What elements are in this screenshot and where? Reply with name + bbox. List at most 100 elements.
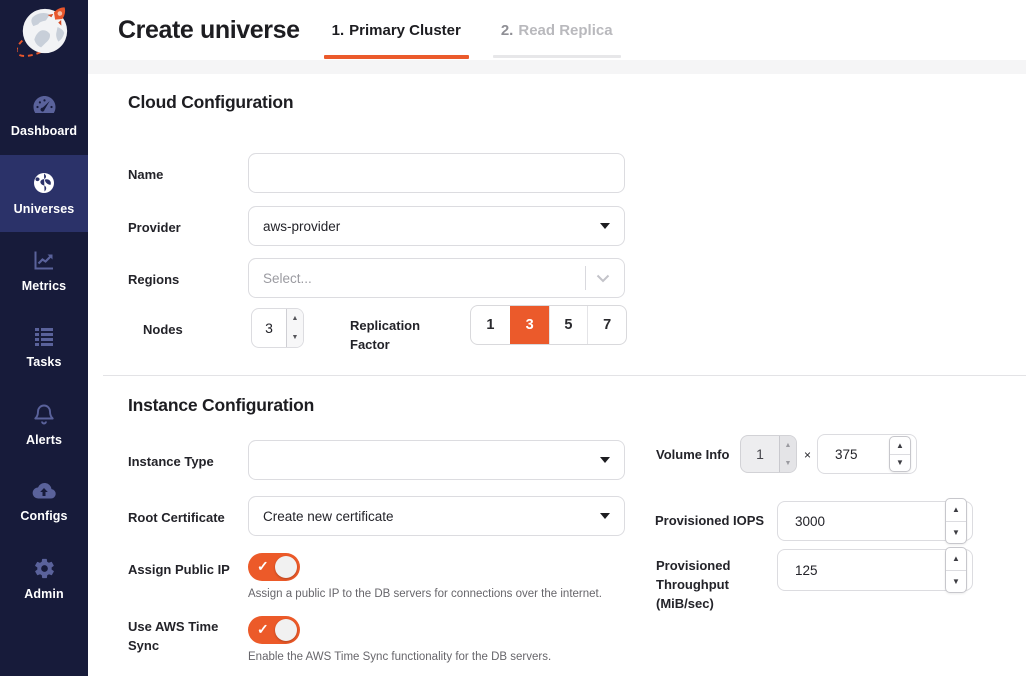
regions-multiselect[interactable]: Select... [248,258,625,298]
cloud-upload-icon [31,480,57,502]
checkmark-icon: ✓ [257,621,269,638]
tab-read-replica[interactable]: 2. Read Replica [493,0,621,60]
nodes-label: Nodes [143,320,183,339]
tab-number: 2. [501,22,514,39]
globe-icon [32,171,56,195]
sidebar-item-label: Admin [24,587,63,601]
provisioned-throughput-stepper: ▲ ▼ [945,547,967,593]
assign-public-ip-toggle[interactable]: ✓ [248,553,300,581]
sidebar-item-configs[interactable]: Configs [0,463,88,540]
sidebar-item-label: Metrics [22,279,66,293]
provider-value: aws-provider [263,219,600,234]
sidebar-item-tasks[interactable]: Tasks [0,309,88,386]
provisioned-iops-label: Provisioned IOPS [655,511,764,530]
sidebar-item-admin[interactable]: Admin [0,540,88,617]
create-universe-page: Dashboard Universes Metrics [0,0,1026,676]
assign-public-ip-help: Assign a public IP to the DB servers for… [248,588,602,600]
list-icon [32,326,56,348]
wizard-tabs: 1. Primary Cluster 2. Read Replica [324,0,645,60]
select-separator [585,266,586,290]
rf-option-3-selected[interactable]: 3 [510,306,549,344]
root-certificate-label: Root Certificate [128,508,225,527]
page-header: Create universe 1. Primary Cluster 2. Re… [88,0,1026,60]
instance-configuration-heading: Instance Configuration [128,395,314,416]
chevron-down-icon [596,274,610,283]
stepper-buttons: ▲ ▼ [286,309,303,347]
sidebar-item-dashboard[interactable]: Dashboard [0,78,88,155]
root-certificate-select[interactable]: Create new certificate [248,496,625,536]
tab-primary-cluster[interactable]: 1. Primary Cluster [324,0,469,60]
stepper-buttons: ▲ ▼ [779,436,796,472]
decrement-arrow-icon[interactable]: ▼ [946,570,966,592]
instance-type-select[interactable] [248,440,625,480]
provisioned-throughput-value: 125 [795,563,818,578]
provisioned-throughput-label: Provisioned Throughput (MiB/sec) [656,556,766,613]
provisioned-throughput-field[interactable]: 125 ▲ ▼ [777,549,973,591]
sidebar-item-label: Dashboard [11,124,77,138]
tab-label: Read Replica [518,22,612,39]
decrement-arrow-icon[interactable]: ▼ [890,454,910,471]
regions-label: Regions [128,270,179,289]
decrement-arrow-icon[interactable]: ▼ [287,328,303,347]
volume-size-field[interactable]: 375 ▲ ▼ [817,434,917,474]
decrement-arrow-icon: ▼ [780,454,796,472]
increment-arrow-icon[interactable]: ▲ [946,548,966,570]
instance-type-label: Instance Type [128,452,214,471]
decrement-arrow-icon[interactable]: ▼ [946,521,966,543]
gauge-icon [32,95,57,117]
volume-info-label: Volume Info [656,445,729,464]
replication-factor-label: Replication Factor [350,316,420,354]
provider-select[interactable]: aws-provider [248,206,625,246]
header-divider-strip [88,60,1026,74]
sidebar-item-alerts[interactable]: Alerts [0,386,88,463]
provisioned-iops-value: 3000 [795,514,825,529]
app-logo[interactable] [0,2,88,60]
bell-icon [32,402,56,426]
increment-arrow-icon[interactable]: ▲ [890,437,910,454]
chart-icon [32,248,56,272]
nodes-stepper[interactable]: 3 ▲ ▼ [251,308,304,348]
provisioned-iops-field[interactable]: 3000 ▲ ▼ [777,501,973,541]
tab-label: Primary Cluster [349,22,461,39]
sidebar: Dashboard Universes Metrics [0,0,88,676]
gear-icon [33,557,56,580]
name-label: Name [128,165,163,184]
active-tab-underline [324,55,469,59]
chevron-down-icon [600,223,610,229]
assign-public-ip-label: Assign Public IP [128,560,230,579]
chevron-down-icon [600,513,610,519]
volume-count-stepper: 1 ▲ ▼ [740,435,797,473]
section-divider [103,375,1026,376]
rf-option-5[interactable]: 5 [549,306,588,344]
sidebar-item-label: Configs [20,509,67,523]
sidebar-item-metrics[interactable]: Metrics [0,232,88,309]
provider-label: Provider [128,218,181,237]
increment-arrow-icon: ▲ [780,436,796,454]
nodes-value: 3 [252,309,286,347]
replication-factor-group: 1 3 5 7 [470,305,627,345]
multiply-symbol: × [804,448,811,462]
tab-number: 1. [332,22,345,39]
sidebar-nav: Dashboard Universes Metrics [0,78,88,617]
regions-placeholder: Select... [263,271,581,286]
increment-arrow-icon[interactable]: ▲ [946,499,966,521]
toggle-knob [275,619,297,641]
sidebar-item-universes[interactable]: Universes [0,155,88,232]
create-universe-form: Cloud Configuration Name Provider aws-pr… [88,74,1026,676]
aws-time-sync-toggle[interactable]: ✓ [248,616,300,644]
universe-name-input[interactable] [248,153,625,193]
sidebar-item-label: Universes [14,202,75,216]
planet-rocket-logo-icon [17,4,71,58]
increment-arrow-icon[interactable]: ▲ [287,309,303,328]
aws-time-sync-label: Use AWS Time Sync [128,617,228,655]
sidebar-item-label: Alerts [26,433,62,447]
rf-option-7[interactable]: 7 [587,306,626,344]
rf-option-1[interactable]: 1 [471,306,510,344]
volume-count-value: 1 [741,436,779,472]
checkmark-icon: ✓ [257,558,269,575]
volume-size-stepper: ▲ ▼ [889,436,911,472]
chevron-down-icon [600,457,610,463]
aws-time-sync-help: Enable the AWS Time Sync functionality f… [248,651,551,663]
volume-size-value: 375 [835,447,858,462]
provisioned-iops-stepper: ▲ ▼ [945,498,967,544]
